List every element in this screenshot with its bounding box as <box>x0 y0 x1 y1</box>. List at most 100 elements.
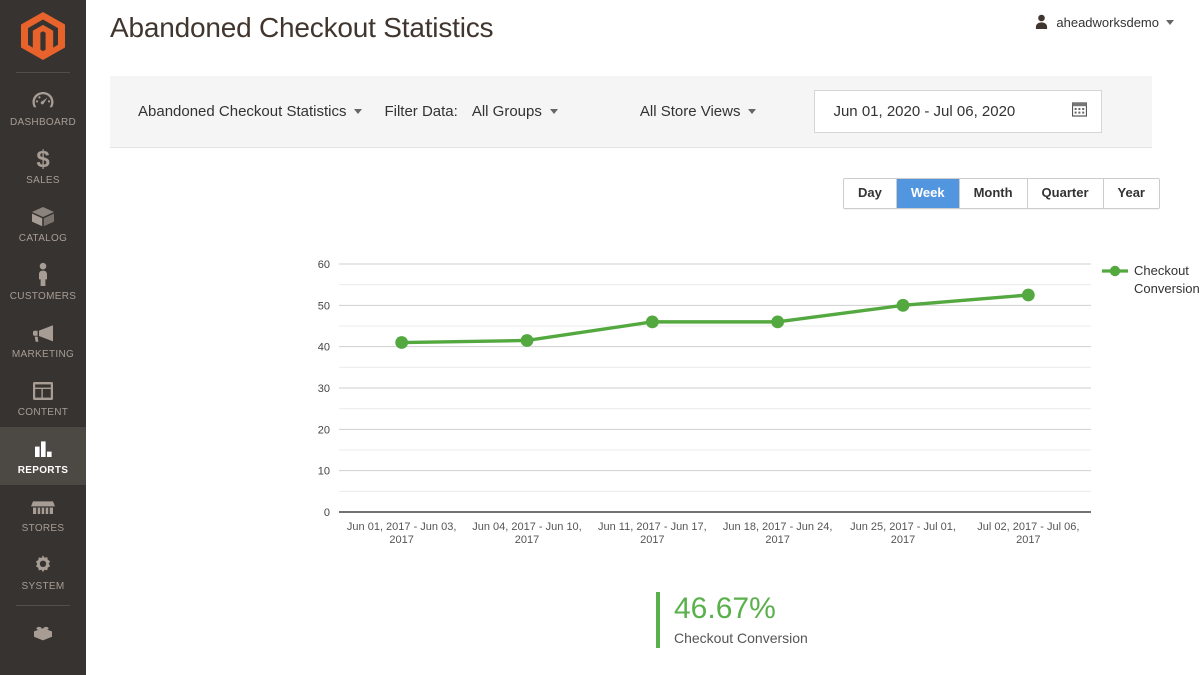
store-view-select[interactable]: All Store Views <box>640 103 757 120</box>
legend-marker-dot <box>1109 265 1121 277</box>
sidebar-item-customers[interactable]: CUSTOMERS <box>0 253 86 311</box>
y-tick-label: 10 <box>318 466 330 478</box>
summary-label: Checkout Conversion <box>674 630 808 646</box>
admin-page: DASHBOARD $ SALES CATALOG CUSTOMERS MARK… <box>0 0 1200 675</box>
y-tick-label: 60 <box>318 259 330 271</box>
y-tick-label: 30 <box>318 383 330 395</box>
sidebar-item-system[interactable]: SYSTEM <box>0 543 86 601</box>
sidebar-item-marketing[interactable]: MARKETING <box>0 311 86 369</box>
date-range-value: Jun 01, 2020 - Jul 06, 2020 <box>833 103 1016 120</box>
chart-x-axis-labels: Jun 01, 2017 - Jun 03,2017Jun 04, 2017 -… <box>347 521 1079 546</box>
chevron-down-icon <box>1166 19 1174 25</box>
sidebar-item-label: SALES <box>26 175 60 186</box>
gear-icon <box>31 552 55 578</box>
box-icon <box>30 204 56 230</box>
sidebar-item-label: CONTENT <box>17 407 69 418</box>
bar-chart-icon <box>31 436 55 462</box>
x-tick-label: Jul 02, 2017 - Jul 06, <box>977 521 1079 533</box>
sidebar-item-reports[interactable]: REPORTS <box>0 427 86 485</box>
sidebar-item-catalog[interactable]: CATALOG <box>0 195 86 253</box>
x-tick-label: 2017 <box>765 534 789 546</box>
sidebar-divider-top <box>16 72 70 73</box>
period-button-day[interactable]: Day <box>843 179 897 208</box>
x-tick-label: Jun 18, 2017 - Jun 24, <box>723 521 832 533</box>
chart-legend: Checkout Conversion <box>1102 263 1200 296</box>
chart-svg: 0102030405060 Jun 01, 2017 - Jun 03,2017… <box>318 259 1200 546</box>
dashboard-gauge-icon <box>31 88 55 114</box>
date-range-picker[interactable]: Jun 01, 2020 - Jul 06, 2020 <box>814 90 1103 133</box>
summary-stat: 46.67% Checkout Conversion <box>656 592 808 648</box>
sidebar-item-label: MARKETING <box>11 349 75 360</box>
svg-text:$: $ <box>36 146 50 172</box>
person-icon <box>34 262 52 288</box>
x-tick-label: 2017 <box>515 534 539 546</box>
main-content: Abandoned Checkout Statistics aheadworks… <box>86 0 1200 675</box>
chart-y-axis-labels: 0 10 20 30 40 50 60 <box>318 259 330 519</box>
chevron-down-icon <box>354 109 363 114</box>
data-point[interactable] <box>520 334 534 347</box>
data-point[interactable] <box>645 315 659 329</box>
legend-label-line2: Conversion <box>1134 281 1200 296</box>
y-tick-label: 20 <box>318 424 330 436</box>
x-tick-label: Jun 04, 2017 - Jun 10, <box>472 521 581 533</box>
layout-panels-icon <box>31 378 55 404</box>
extensions-brick-icon <box>30 621 56 647</box>
sidebar-item-label: SYSTEM <box>21 581 65 592</box>
storefront-icon <box>30 494 56 520</box>
data-point[interactable] <box>395 336 409 349</box>
chevron-down-icon <box>748 109 757 114</box>
sidebar-item-content[interactable]: CONTENT <box>0 369 86 427</box>
x-tick-label: Jun 01, 2017 - Jun 03, <box>347 521 456 533</box>
y-tick-label: 40 <box>318 342 330 354</box>
x-tick-label: 2017 <box>389 534 413 546</box>
sidebar-item-stores[interactable]: STORES <box>0 485 86 543</box>
data-point[interactable] <box>896 298 910 312</box>
user-menu[interactable]: aheadworksdemo <box>1034 14 1174 30</box>
report-type-value: Abandoned Checkout Statistics <box>138 103 347 120</box>
summary-value: 46.67% <box>674 592 776 625</box>
page-title: Abandoned Checkout Statistics <box>110 12 494 43</box>
megaphone-icon <box>29 320 57 346</box>
y-tick-label: 50 <box>318 300 330 312</box>
conversion-chart: 0 10 20 30 40 50 60 Jun 01, 2017 - Jun 03, 2017… <box>86 230 1200 560</box>
sidebar-item-label: CATALOG <box>18 233 68 244</box>
filter-data-label: Filter Data: <box>384 103 458 120</box>
magento-logo-icon <box>21 12 65 60</box>
store-view-select-value: All Store Views <box>639 103 741 120</box>
x-tick-label: Jun 11, 2017 - Jun 17, <box>598 521 707 533</box>
y-tick-label: 0 <box>324 507 330 519</box>
group-select[interactable]: All Groups <box>472 103 558 120</box>
x-tick-label: 2017 <box>891 534 915 546</box>
calendar-icon[interactable] <box>1072 101 1088 122</box>
legend-label-line1: Checkout <box>1134 263 1189 278</box>
sidebar-item-label: CUSTOMERS <box>9 291 77 302</box>
period-button-month[interactable]: Month <box>959 179 1028 208</box>
magento-logo[interactable] <box>0 0 86 72</box>
sidebar-divider-bottom <box>16 605 70 606</box>
group-select-value: All Groups <box>471 103 542 120</box>
sidebar: DASHBOARD $ SALES CATALOG CUSTOMERS MARK… <box>0 0 86 675</box>
dollar-sign-icon: $ <box>34 146 52 172</box>
period-toggle: Day Week Month Quarter Year <box>842 178 1160 209</box>
period-button-week[interactable]: Week <box>896 179 960 208</box>
chart-series-line <box>399 293 1031 345</box>
x-tick-label: Jun 25, 2017 - Jul 01, <box>850 521 956 533</box>
sidebar-item-find-partners[interactable] <box>0 612 86 658</box>
sidebar-item-dashboard[interactable]: DASHBOARD <box>0 79 86 137</box>
x-tick-label: 2017 <box>1016 534 1040 546</box>
user-name: aheadworksdemo <box>1056 14 1159 30</box>
period-button-quarter[interactable]: Quarter <box>1027 179 1104 208</box>
sidebar-item-label: DASHBOARD <box>9 117 77 128</box>
data-point[interactable] <box>1021 288 1035 302</box>
sidebar-item-label: STORES <box>21 523 65 534</box>
user-avatar-icon <box>1034 14 1049 30</box>
top-bar: Abandoned Checkout Statistics aheadworks… <box>86 0 1200 60</box>
filter-bar: Abandoned Checkout Statistics Filter Dat… <box>110 76 1152 148</box>
x-tick-label: 2017 <box>640 534 664 546</box>
period-button-year[interactable]: Year <box>1103 179 1159 208</box>
report-type-select[interactable]: Abandoned Checkout Statistics <box>138 103 363 120</box>
sidebar-item-sales[interactable]: $ SALES <box>0 137 86 195</box>
data-point[interactable] <box>771 315 785 329</box>
sidebar-item-label: REPORTS <box>17 465 69 476</box>
chevron-down-icon <box>549 109 558 114</box>
